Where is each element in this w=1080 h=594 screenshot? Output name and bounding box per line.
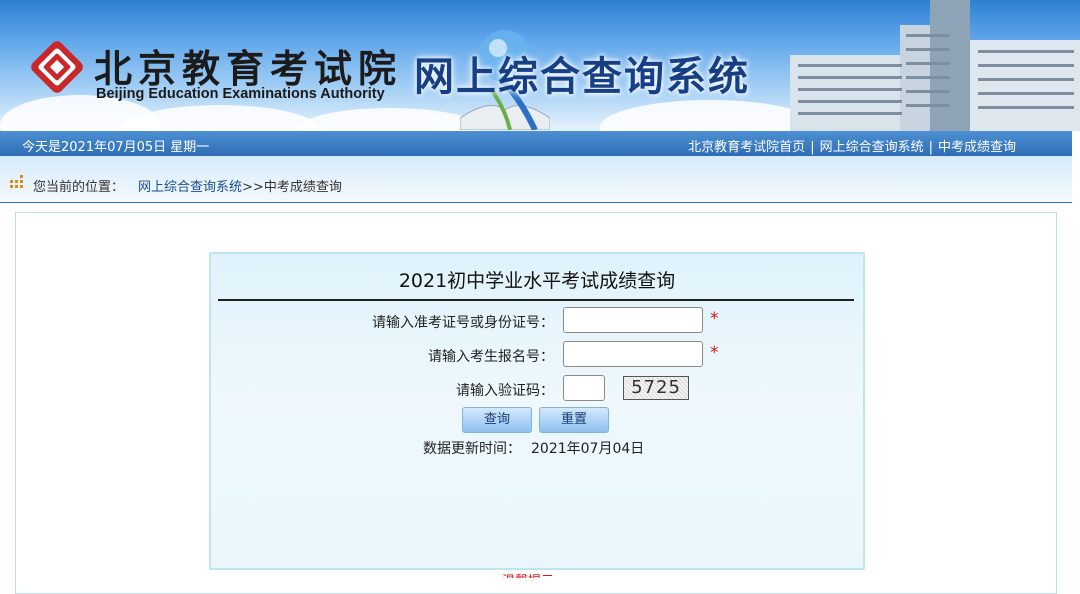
breadcrumb-prefix: 您当前的位置：: [33, 180, 125, 195]
title-divider: [218, 299, 854, 301]
panel-title: 2021初中学业水平考试成绩查询: [398, 270, 676, 292]
form-row-captcha: 请输入验证码： 5725: [211, 375, 863, 403]
breadcrumb: 您当前的位置： 网上综合查询系统>>中考成绩查询: [33, 176, 342, 195]
header-banner: 北京教育考试院 Beijing Education Examinations A…: [0, 0, 1080, 131]
exam-id-input[interactable]: [563, 307, 703, 333]
cloud-decoration: [600, 100, 820, 131]
captcha-input[interactable]: [563, 375, 605, 401]
score-query-panel: 2021初中学业水平考试成绩查询 请输入准考证号或身份证号： * 请输入考生报名…: [209, 252, 865, 570]
update-time-label: 数据更新时间：: [423, 441, 521, 457]
form-row-registration-no: 请输入考生报名号： *: [211, 341, 863, 369]
today-date: 今天是2021年07月05日 星期一: [22, 140, 210, 155]
footer-notice-peek: 温馨提示: [502, 570, 554, 578]
logo-english-name: Beijing Education Examinations Authority: [96, 86, 385, 102]
required-mark: *: [710, 309, 719, 329]
breadcrumb-current: >>中考成绩查询: [242, 180, 342, 195]
form-row-exam-id: 请输入准考证号或身份证号： *: [211, 307, 863, 335]
cloud-decoration: [300, 108, 480, 131]
breadcrumb-bar: 您当前的位置： 网上综合查询系统>>中考成绩查询: [0, 156, 1072, 203]
nav-separator: |: [928, 140, 933, 155]
nav-link-bjeea-home[interactable]: 北京教育考试院首页: [688, 140, 805, 155]
cloud-decoration: [120, 105, 320, 131]
top-nav-links: 北京教育考试院首页 | 网上综合查询系统 | 中考成绩查询: [688, 136, 1016, 155]
registration-no-input[interactable]: [563, 341, 703, 367]
required-mark: *: [710, 343, 719, 363]
logo-chinese-name: 北京教育考试院: [94, 46, 403, 91]
bjeea-logo-icon: [31, 41, 83, 93]
nav-link-query-system[interactable]: 网上综合查询系统: [820, 140, 924, 155]
update-time-value: 2021年07月04日: [531, 441, 645, 457]
system-title: 网上综合查询系统: [414, 54, 750, 100]
exam-id-label: 请输入准考证号或身份证号：: [372, 315, 554, 331]
breadcrumb-link-query-system[interactable]: 网上综合查询系统: [138, 180, 242, 195]
query-button[interactable]: 查询: [462, 407, 532, 433]
date-nav-bar: 今天是2021年07月05日 星期一 北京教育考试院首页 | 网上综合查询系统 | 中考…: [0, 131, 1072, 156]
registration-no-label: 请输入考生报名号：: [428, 349, 554, 365]
captcha-image[interactable]: 5725: [623, 376, 689, 400]
captcha-label: 请输入验证码：: [456, 383, 554, 399]
reset-button[interactable]: 重置: [539, 407, 609, 433]
data-update-info: 数据更新时间： 2021年07月04日: [423, 438, 644, 458]
nav-link-zhongkao-score[interactable]: 中考成绩查询: [938, 140, 1016, 155]
nav-separator: |: [810, 140, 815, 155]
building-illustration: [790, 0, 1080, 131]
